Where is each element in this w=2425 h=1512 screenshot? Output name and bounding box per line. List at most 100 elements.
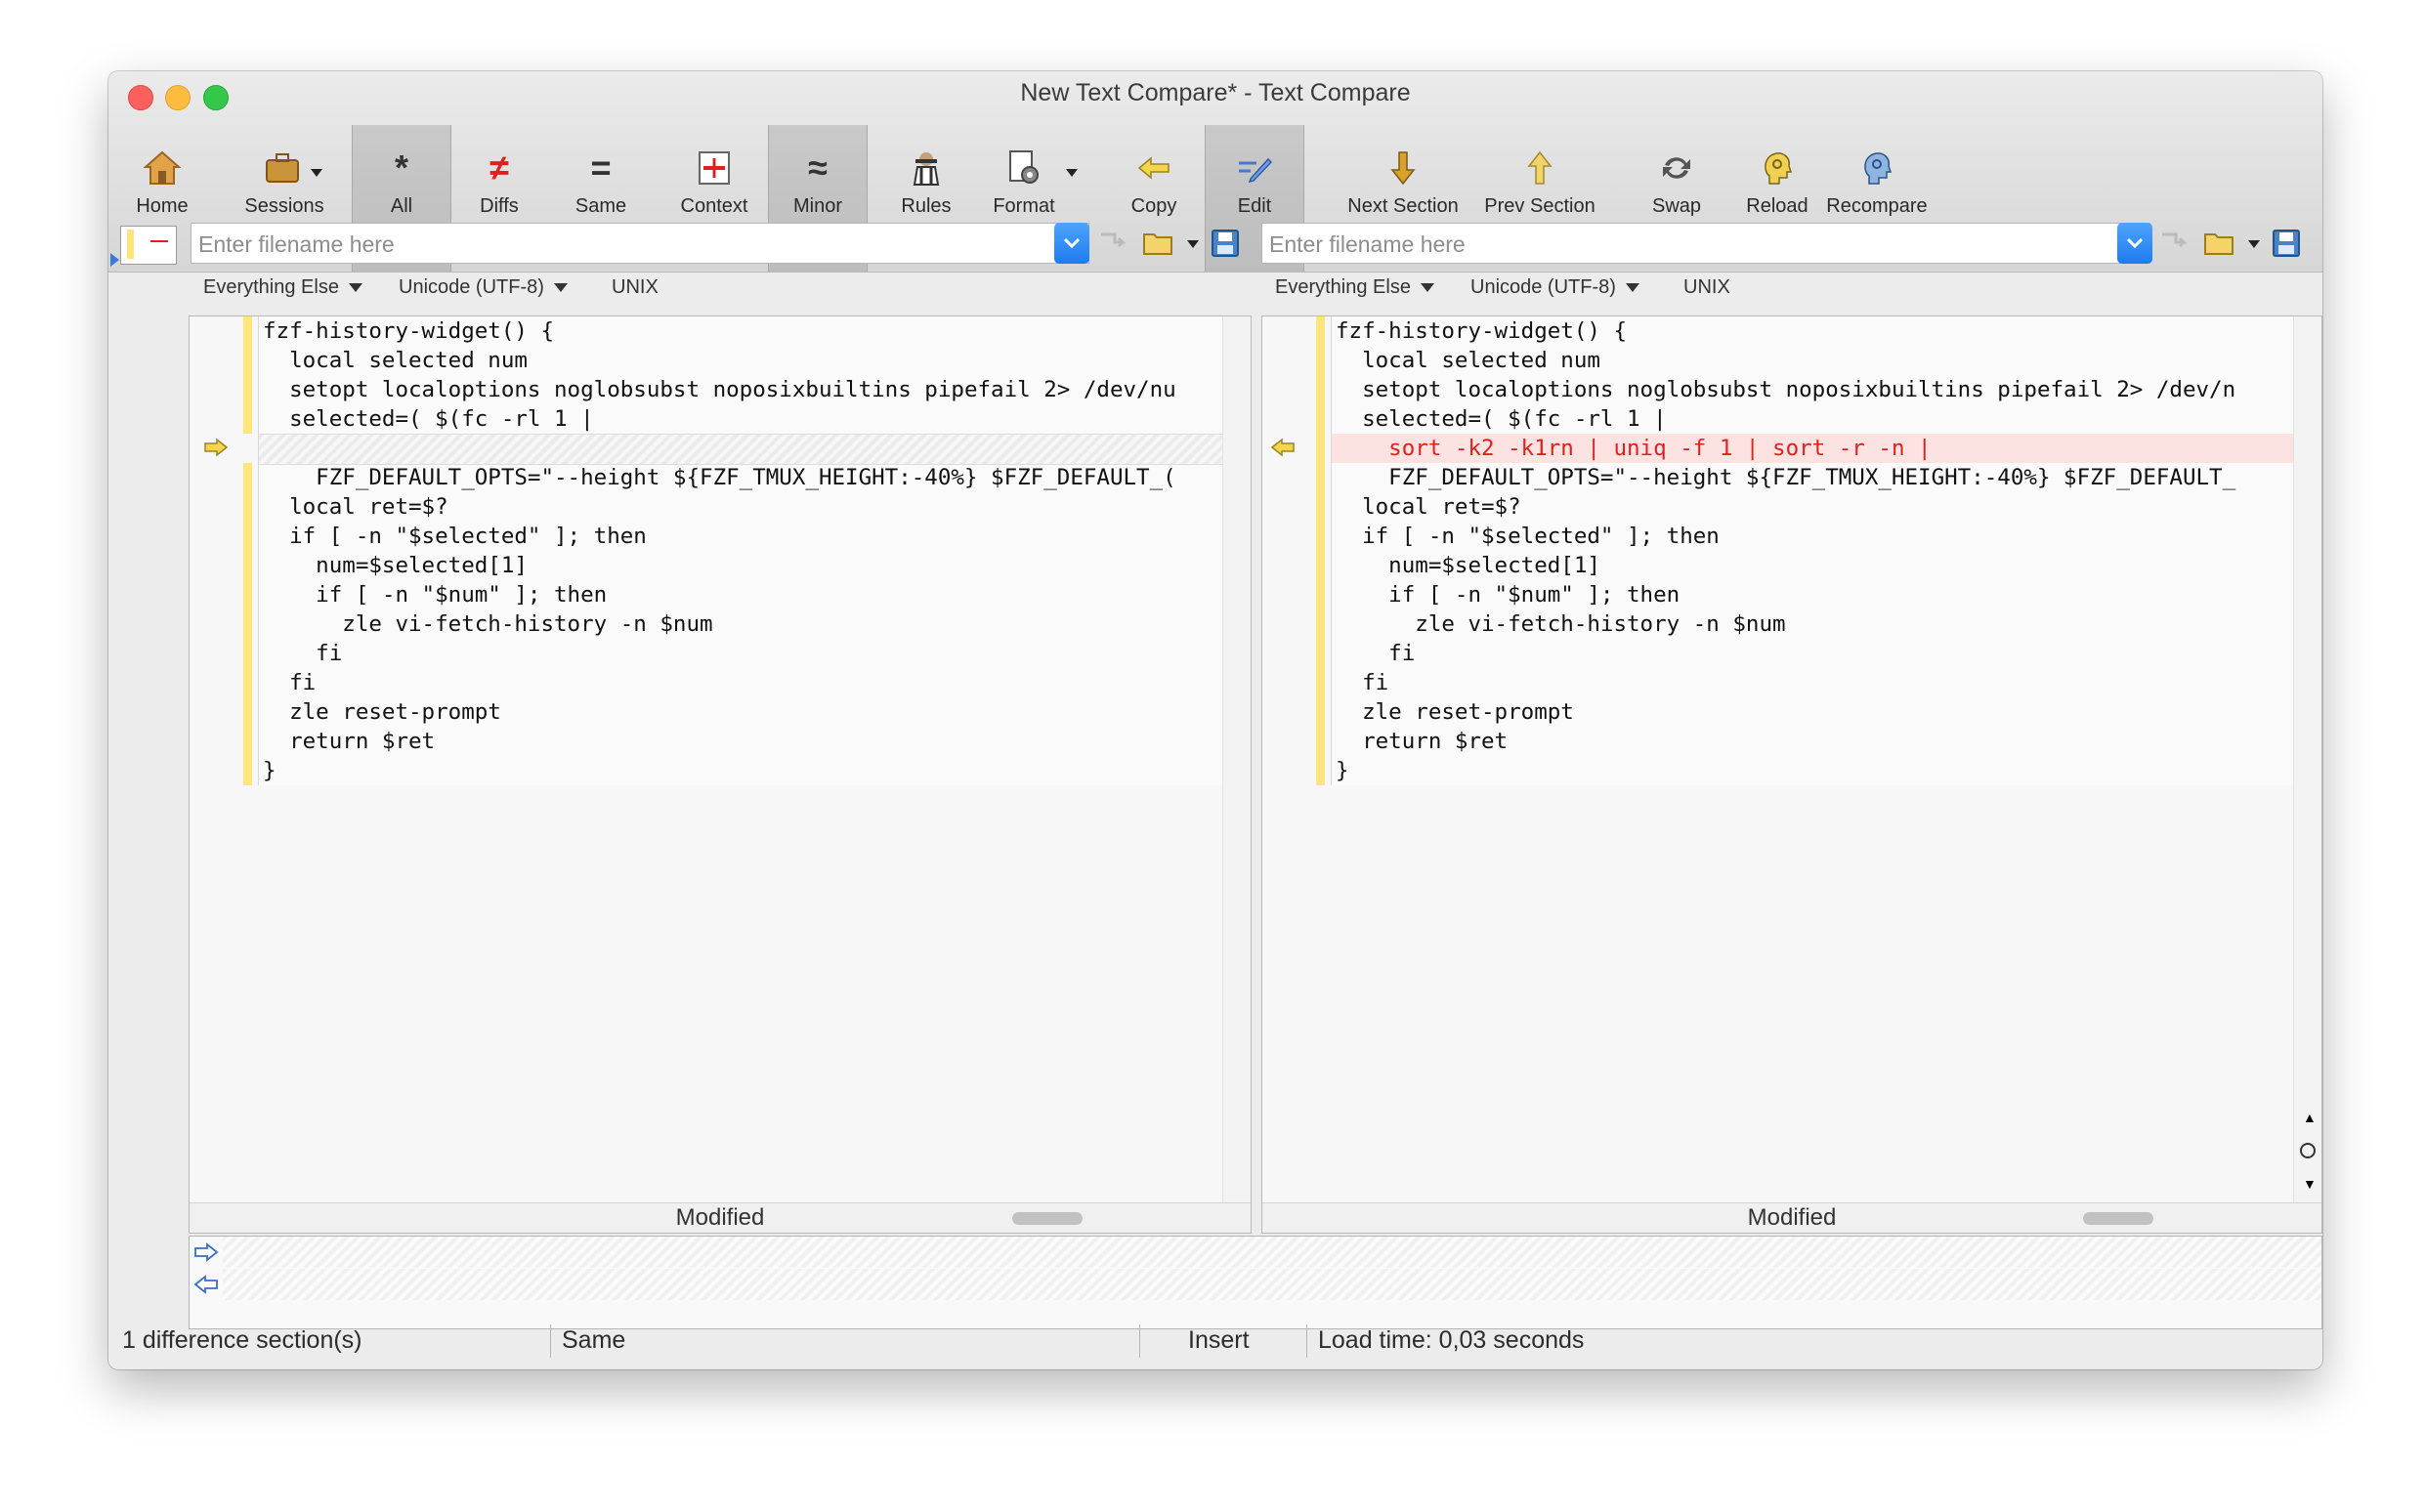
left-filename-dropdown[interactable] [1054, 223, 1089, 264]
right-pane-status: Modified [1262, 1202, 2321, 1233]
scroll-down-icon[interactable]: ▼ [2303, 1176, 2317, 1192]
left-save-icon[interactable] [1211, 229, 1240, 263]
right-code-line[interactable]: if [ -n "$selected" ]; then [1336, 522, 1720, 551]
right-code-line[interactable]: setopt localoptions noglobsubst noposixb… [1336, 375, 2235, 404]
chevron-down-icon [2126, 237, 2144, 249]
briefcase-icon [261, 145, 308, 191]
left-code-line[interactable]: setopt localoptions noglobsubst noposixb… [263, 375, 1176, 404]
line-compare-left-text [223, 1237, 2321, 1268]
left-file-bar: Enter filename here [108, 223, 1239, 266]
left-code-line[interactable]: } [263, 756, 277, 785]
format-gear-icon [1000, 145, 1047, 191]
left-encoding-select[interactable]: Unicode (UTF-8) [399, 276, 568, 299]
left-code-line[interactable]: if [ -n "$selected" ]; then [263, 522, 647, 551]
compare-state: Same [562, 1326, 626, 1354]
left-info-bar: Everything Else Unicode (UTF-8) UNIX [203, 276, 1180, 306]
asterisk-icon: * [394, 147, 408, 188]
edit-mode: Insert [1188, 1326, 1250, 1354]
down-arrow-icon [1380, 145, 1426, 191]
right-history-icon[interactable] [2158, 229, 2190, 263]
right-code-line[interactable]: local selected num [1336, 346, 1600, 375]
right-code-line[interactable]: } [1336, 756, 1349, 785]
chevron-down-icon [553, 283, 568, 293]
left-code-line[interactable]: FZF_DEFAULT_OPTS="--height ${FZF_TMUX_HE… [263, 463, 1176, 492]
context-icon [691, 145, 738, 191]
right-code-line[interactable]: local ret=$? [1336, 492, 1521, 522]
chevron-down-icon[interactable] [1187, 240, 1199, 248]
difference-count: 1 difference section(s) [122, 1326, 362, 1354]
right-encoding-select[interactable]: Unicode (UTF-8) [1470, 276, 1639, 299]
left-filename-input[interactable]: Enter filename here [191, 223, 1089, 264]
left-code-line[interactable]: local selected num [263, 346, 528, 375]
left-code-line[interactable]: local ret=$? [263, 492, 448, 522]
right-line-endings[interactable]: UNIX [1683, 276, 1730, 299]
right-code-line[interactable]: fzf-history-widget() { [1336, 316, 1627, 346]
line-compare-right-text [223, 1269, 2321, 1300]
left-open-folder-icon[interactable] [1142, 229, 1175, 261]
right-vertical-scrollbar[interactable]: ▲ ▼ [2293, 316, 2321, 1233]
left-code-area[interactable]: fzf-history-widget() { local selected nu… [258, 316, 1223, 785]
right-diff-arrow-icon[interactable] [1270, 438, 1296, 457]
left-diff-arrow-icon[interactable] [203, 438, 229, 457]
left-code-line[interactable]: zle vi-fetch-history -n $num [263, 609, 712, 639]
chevron-down-icon [348, 283, 362, 293]
left-code-line[interactable]: return $ret [263, 727, 435, 756]
left-code-line[interactable]: fi [263, 639, 342, 668]
left-pane-status: Modified [190, 1202, 1251, 1233]
status-divider [1139, 1324, 1140, 1358]
home-icon [139, 145, 186, 191]
left-horizontal-scroll-thumb[interactable] [1012, 1212, 1083, 1225]
approx-equal-icon: ≈ [808, 147, 828, 188]
right-code-line[interactable]: zle vi-fetch-history -n $num [1336, 609, 1785, 639]
right-code-line[interactable]: fi [1336, 668, 1388, 697]
right-editor-pane[interactable]: fzf-history-widget() { local selected nu… [1261, 315, 2322, 1234]
right-info-bar: Everything Else Unicode (UTF-8) UNIX [1275, 276, 2252, 306]
equal-icon: = [590, 147, 612, 188]
left-line-endings[interactable]: UNIX [612, 276, 659, 299]
left-vertical-scrollbar[interactable] [1222, 316, 1251, 1233]
right-arrow-outline-icon [193, 1242, 219, 1267]
not-equal-icon: ≠ [489, 147, 509, 188]
referee-icon [903, 145, 950, 191]
right-code-line[interactable]: fi [1336, 639, 1415, 668]
chevron-down-icon [1625, 283, 1639, 293]
status-bar: 1 difference section(s) Same Insert Load… [108, 1315, 2322, 1369]
right-change-bar [1316, 316, 1325, 785]
left-change-bar [243, 463, 252, 785]
left-format-select[interactable]: Everything Else [203, 276, 362, 299]
status-divider [550, 1324, 551, 1358]
scroll-center-icon[interactable] [2300, 1143, 2316, 1158]
left-code-line[interactable]: num=$selected[1] [263, 551, 528, 580]
edit-pencil-icon [1231, 145, 1278, 191]
right-code-line[interactable]: FZF_DEFAULT_OPTS="--height ${FZF_TMUX_HE… [1336, 463, 2235, 492]
right-code-line[interactable]: return $ret [1336, 727, 1508, 756]
right-code-area[interactable]: fzf-history-widget() { local selected nu… [1331, 316, 2294, 785]
swap-arrows-icon [1653, 145, 1700, 191]
scroll-up-icon[interactable]: ▲ [2303, 1110, 2317, 1125]
left-editor-pane[interactable]: fzf-history-widget() { local selected nu… [189, 315, 1252, 1234]
left-code-line[interactable]: zle reset-prompt [263, 697, 501, 727]
up-arrow-icon [1516, 145, 1563, 191]
right-code-line[interactable]: if [ -n "$num" ]; then [1336, 580, 1680, 609]
app-window: New Text Compare* - Text Compare Home Se… [108, 71, 2322, 1369]
right-open-folder-icon[interactable] [2203, 229, 2236, 261]
right-code-line[interactable]: sort -k2 -k1rn | uniq -f 1 | sort -r -n … [1336, 434, 1931, 463]
chevron-down-icon [1420, 283, 1434, 293]
right-code-line[interactable]: num=$selected[1] [1336, 551, 1600, 580]
left-code-line[interactable]: if [ -n "$num" ]; then [263, 580, 607, 609]
chevron-down-icon[interactable] [2248, 240, 2260, 248]
left-code-line[interactable]: fzf-history-widget() { [263, 316, 554, 346]
right-format-select[interactable]: Everything Else [1275, 276, 1434, 299]
left-code-line[interactable]: selected=( $(fc -rl 1 | [263, 404, 594, 434]
right-horizontal-scroll-thumb[interactable] [2083, 1212, 2153, 1225]
right-filename-input[interactable]: Enter filename here [1261, 223, 2150, 264]
right-code-line[interactable]: selected=( $(fc -rl 1 | [1336, 404, 1667, 434]
recompare-head-icon [1853, 145, 1900, 191]
right-filename-dropdown[interactable] [2117, 223, 2152, 264]
right-code-line[interactable]: zle reset-prompt [1336, 697, 1574, 727]
line-compare-right-row [190, 1269, 2321, 1300]
left-history-icon[interactable] [1097, 229, 1128, 263]
left-missing-line [259, 434, 1223, 465]
right-save-icon[interactable] [2272, 229, 2301, 263]
left-code-line[interactable]: fi [263, 668, 316, 697]
